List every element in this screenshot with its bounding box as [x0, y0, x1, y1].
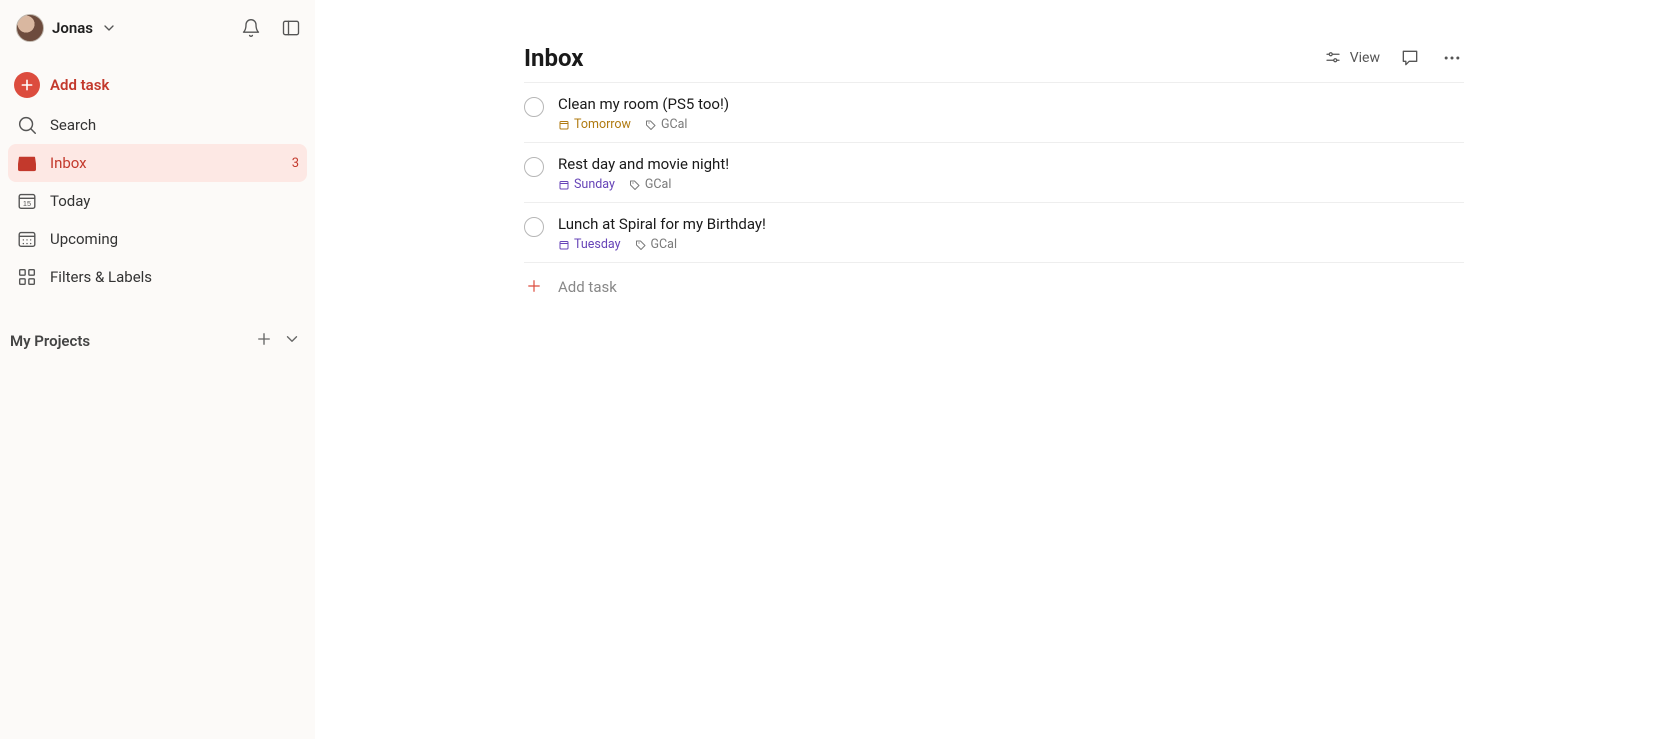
task-row[interactable]: Rest day and movie night! Sunday GCal — [524, 143, 1464, 203]
add-task-row[interactable]: Add task — [524, 263, 1464, 311]
task-body: Lunch at Spiral for my Birthday! Tuesday G… — [558, 215, 1464, 252]
comments-button[interactable] — [1398, 46, 1422, 70]
sidebar-item-today[interactable]: 15 Today — [8, 182, 307, 220]
task-checkbox[interactable] — [524, 157, 544, 177]
task-label-text: GCal — [661, 117, 688, 132]
sidebar-header-icons — [239, 16, 303, 40]
page-header: Inbox View — [524, 44, 1464, 83]
add-task-label: Add task — [50, 76, 109, 94]
search-icon — [16, 114, 38, 136]
add-task-label: Add task — [558, 278, 617, 296]
plus-circle-icon — [14, 72, 40, 98]
task-date-chip[interactable]: Tomorrow — [558, 117, 631, 132]
task-label-chip[interactable]: GCal — [645, 117, 688, 132]
sidebar-item-label: Today — [50, 192, 90, 210]
sidebar-item-label: Upcoming — [50, 230, 118, 248]
task-title: Lunch at Spiral for my Birthday! — [558, 215, 1464, 233]
chevron-down-icon — [101, 20, 117, 36]
task-meta: Sunday GCal — [558, 177, 1464, 192]
more-horizontal-icon — [1442, 48, 1462, 68]
sidebar-header: Jonas — [8, 6, 307, 52]
add-project-button[interactable] — [255, 330, 273, 352]
task-checkbox[interactable] — [524, 97, 544, 117]
plus-icon — [524, 277, 544, 297]
toggle-sidebar-button[interactable] — [279, 16, 303, 40]
projects-header-label: My Projects — [10, 332, 90, 350]
sidebar-add-task[interactable]: Add task — [8, 64, 307, 106]
task-date-chip[interactable]: Sunday — [558, 177, 615, 192]
inbox-icon — [16, 152, 38, 174]
view-button-label: View — [1350, 50, 1380, 66]
task-date-text: Tomorrow — [574, 117, 631, 132]
sidebar-item-label: Search — [50, 116, 96, 134]
grid-icon — [16, 266, 38, 288]
svg-text:15: 15 — [23, 199, 31, 208]
today-icon: 15 — [16, 190, 38, 212]
sliders-icon — [1324, 49, 1342, 67]
main: Inbox View Clean my room (PS5 too!) Tomor… — [315, 0, 1673, 739]
upcoming-icon — [16, 228, 38, 250]
page-title: Inbox — [524, 44, 583, 72]
sidebar-item-filters[interactable]: Filters & Labels — [8, 258, 307, 296]
view-button[interactable]: View — [1324, 49, 1380, 67]
task-body: Rest day and movie night! Sunday GCal — [558, 155, 1464, 192]
task-date-text: Sunday — [574, 177, 615, 192]
sidebar-item-search[interactable]: Search — [8, 106, 307, 144]
notifications-button[interactable] — [239, 16, 263, 40]
sidebar-item-upcoming[interactable]: Upcoming — [8, 220, 307, 258]
task-list: Clean my room (PS5 too!)TomorrowGCalRest… — [524, 83, 1464, 263]
chevron-down-icon — [283, 330, 301, 348]
workspace-switcher[interactable]: Jonas — [12, 12, 121, 44]
task-checkbox[interactable] — [524, 217, 544, 237]
comment-icon — [1400, 48, 1420, 68]
sidebar-item-inbox[interactable]: Inbox 3 — [8, 144, 307, 182]
task-title: Rest day and movie night! — [558, 155, 1464, 173]
plus-icon — [255, 330, 273, 348]
task-title: Clean my room (PS5 too!) — [558, 95, 1464, 113]
sidebar: Jonas Add task Search Inbox 3 15 Today — [0, 0, 315, 739]
task-label-text: GCal — [651, 237, 678, 252]
user-name: Jonas — [52, 19, 93, 37]
task-meta: Tomorrow GCal — [558, 117, 1464, 132]
avatar — [16, 14, 44, 42]
toggle-projects-button[interactable] — [283, 330, 301, 352]
bell-icon — [241, 18, 261, 38]
task-label-chip[interactable]: GCal — [629, 177, 672, 192]
panel-icon — [281, 18, 301, 38]
task-body: Clean my room (PS5 too!) Tomorrow GCal — [558, 95, 1464, 132]
projects-header[interactable]: My Projects — [8, 320, 307, 358]
page-actions: View — [1324, 46, 1464, 70]
more-button[interactable] — [1440, 46, 1464, 70]
sidebar-item-label: Filters & Labels — [50, 268, 152, 286]
task-date-chip[interactable]: Tuesday — [558, 237, 621, 252]
sidebar-item-label: Inbox — [50, 154, 87, 172]
task-label-chip[interactable]: GCal — [635, 237, 678, 252]
task-row[interactable]: Lunch at Spiral for my Birthday! Tuesday G… — [524, 203, 1464, 263]
task-date-text: Tuesday — [574, 237, 621, 252]
task-label-text: GCal — [645, 177, 672, 192]
task-row[interactable]: Clean my room (PS5 too!) Tomorrow GCal — [524, 83, 1464, 143]
task-meta: Tuesday GCal — [558, 237, 1464, 252]
inbox-count: 3 — [292, 156, 299, 171]
